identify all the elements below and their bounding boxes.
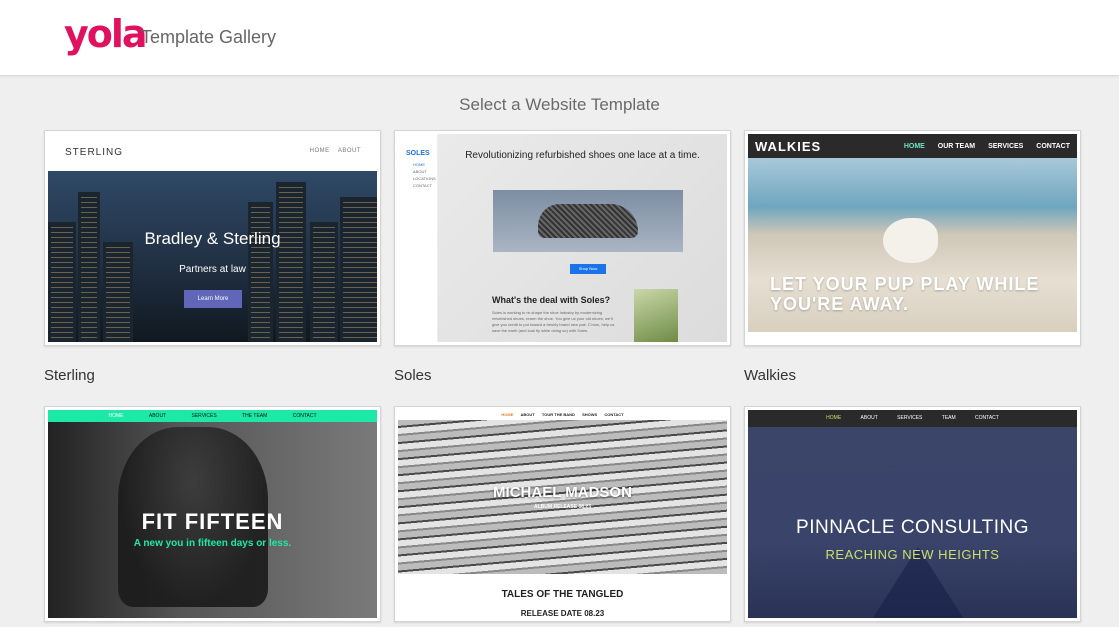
- soles-nav-item: ABOUT: [413, 169, 427, 174]
- pinnacle-nav-item: TEAM: [941, 415, 956, 421]
- page-title: Template Gallery: [141, 27, 277, 47]
- section-subtitle: Select a Website Template: [459, 95, 660, 114]
- michael-madson-nav-item: HOME: [501, 412, 514, 417]
- soles-main: Revolutionizing refurbished shoes one la…: [438, 134, 727, 342]
- dog-shape: [883, 218, 938, 263]
- walkies-nav-item: OUR TEAM: [937, 143, 976, 150]
- michael-madson-nav-item: TOUR THE BAND: [541, 412, 575, 417]
- soles-nav: HOME ABOUT LOCATIONS CONTACT: [413, 161, 436, 189]
- building-shape: [276, 182, 306, 342]
- template-card-fit-fifteen[interactable]: HOME ABOUT SERVICES THE TEAM CONTACT FIT…: [44, 406, 381, 622]
- michael-madson-nav-item: CONTACT: [604, 412, 624, 417]
- michael-madson-subtitle: ALBUM RELEASE 08.23: [534, 504, 591, 510]
- walkies-nav-item: CONTACT: [1036, 143, 1070, 150]
- soles-section-title: What's the deal with Soles?: [492, 295, 611, 305]
- walkies-nav-bar: WALKIES HOME OUR TEAM SERVICES CONTACT: [748, 134, 1077, 158]
- sterling-hero: Bradley & Sterling Partners at law Learn…: [48, 171, 377, 342]
- template-label-walkies[interactable]: Walkies: [744, 367, 796, 384]
- michael-madson-title: MICHAEL MADSON: [493, 484, 632, 501]
- michael-madson-footer-title: TALES OF THE TANGLED: [501, 589, 624, 600]
- pinnacle-subtitle: REACHING NEW HEIGHTS: [825, 547, 1000, 562]
- michael-madson-nav-item: SHOWS: [582, 412, 598, 417]
- sterling-learn-more-button: Learn More: [184, 290, 242, 308]
- template-card-sterling[interactable]: STERLING HOME ABOUT Bradley & Sterling P…: [44, 130, 381, 346]
- fit-fifteen-hero: FIT FIFTEEN A new you in fifteen days or…: [48, 422, 377, 618]
- yola-logo[interactable]: yola: [64, 12, 148, 56]
- soles-brand: SOLES: [406, 150, 430, 157]
- walkies-nav-item: SERVICES: [988, 143, 1024, 150]
- walkies-tagline: LET YOUR PUP PLAY WHILE YOU'RE AWAY.: [770, 274, 1040, 314]
- sterling-nav-item: ABOUT: [337, 148, 361, 154]
- pinnacle-hero: PINNACLE CONSULTING REACHING NEW HEIGHTS: [748, 427, 1077, 618]
- template-card-soles[interactable]: SOLES HOME ABOUT LOCATIONS CONTACT Revol…: [394, 130, 731, 346]
- soles-nav-item: CONTACT: [413, 183, 433, 188]
- fit-fifteen-nav-item: THE TEAM: [242, 413, 268, 419]
- soles-nav-item: LOCATIONS: [413, 176, 436, 181]
- pinnacle-nav-bar: HOME ABOUT SERVICES TEAM CONTACT: [748, 410, 1077, 427]
- pinnacle-nav-item: CONTACT: [975, 415, 999, 421]
- template-label-sterling[interactable]: Sterling: [44, 367, 95, 384]
- walkies-nav: HOME OUR TEAM SERVICES CONTACT: [893, 143, 1070, 150]
- sterling-brand: STERLING: [65, 147, 124, 158]
- soles-shoe-image: [493, 190, 683, 252]
- sterling-nav: HOME ABOUT: [304, 148, 361, 154]
- fit-fifteen-nav-item: HOME: [108, 413, 124, 419]
- sterling-nav-item: HOME: [309, 148, 330, 154]
- walkies-nav-item: HOME: [903, 143, 925, 150]
- michael-madson-nav: HOME ABOUT TOUR THE BAND SHOWS CONTACT: [398, 410, 727, 420]
- soles-section-text: Soles is working to re-shape the shoe in…: [492, 310, 615, 333]
- soles-headline: Revolutionizing refurbished shoes one la…: [465, 150, 700, 161]
- sterling-hero-title: Bradley & Sterling: [144, 229, 281, 248]
- michael-madson-hero: MICHAEL MADSON ALBUM RELEASE 08.23: [398, 420, 727, 574]
- pinnacle-nav-item: ABOUT: [860, 415, 878, 421]
- pinnacle-nav-item: HOME: [826, 415, 842, 421]
- soles-thumb-image: [634, 289, 678, 342]
- fit-fifteen-nav-item: ABOUT: [148, 413, 167, 419]
- michael-madson-footer-subtitle: RELEASE DATE 08.23: [520, 609, 605, 618]
- shoe-shape: [538, 204, 638, 238]
- template-card-michael-madson[interactable]: HOME ABOUT TOUR THE BAND SHOWS CONTACT M…: [394, 406, 731, 622]
- soles-sidebar: SOLES HOME ABOUT LOCATIONS CONTACT: [398, 134, 438, 342]
- walkies-hero: LET YOUR PUP PLAY WHILE YOU'RE AWAY.: [748, 158, 1077, 332]
- fit-fifteen-nav-bar: HOME ABOUT SERVICES THE TEAM CONTACT: [48, 410, 377, 422]
- pinnacle-nav-item: SERVICES: [897, 415, 923, 421]
- building-shape: [103, 242, 133, 342]
- walkies-brand: WALKIES: [755, 139, 822, 154]
- michael-madson-nav-item: ABOUT: [520, 412, 535, 417]
- template-card-pinnacle[interactable]: HOME ABOUT SERVICES TEAM CONTACT PINNACL…: [744, 406, 1081, 622]
- fit-fifteen-title: FIT FIFTEEN: [141, 509, 284, 534]
- template-label-soles[interactable]: Soles: [394, 367, 432, 384]
- fit-fifteen-nav-item: CONTACT: [292, 413, 317, 419]
- fit-fifteen-subtitle: A new you in fifteen days or less.: [133, 538, 292, 549]
- fit-fifteen-nav-item: SERVICES: [191, 413, 217, 419]
- sterling-preview-header: STERLING HOME ABOUT: [48, 134, 377, 171]
- sterling-hero-subtitle: Partners at law: [179, 264, 246, 275]
- soles-shop-now-button: Shop Now: [570, 264, 606, 274]
- top-bar: yola Template Gallery: [0, 0, 1119, 76]
- pinnacle-title: PINNACLE CONSULTING: [796, 517, 1029, 538]
- template-card-walkies[interactable]: WALKIES HOME OUR TEAM SERVICES CONTACT L…: [744, 130, 1081, 346]
- soles-nav-item: HOME: [413, 162, 425, 167]
